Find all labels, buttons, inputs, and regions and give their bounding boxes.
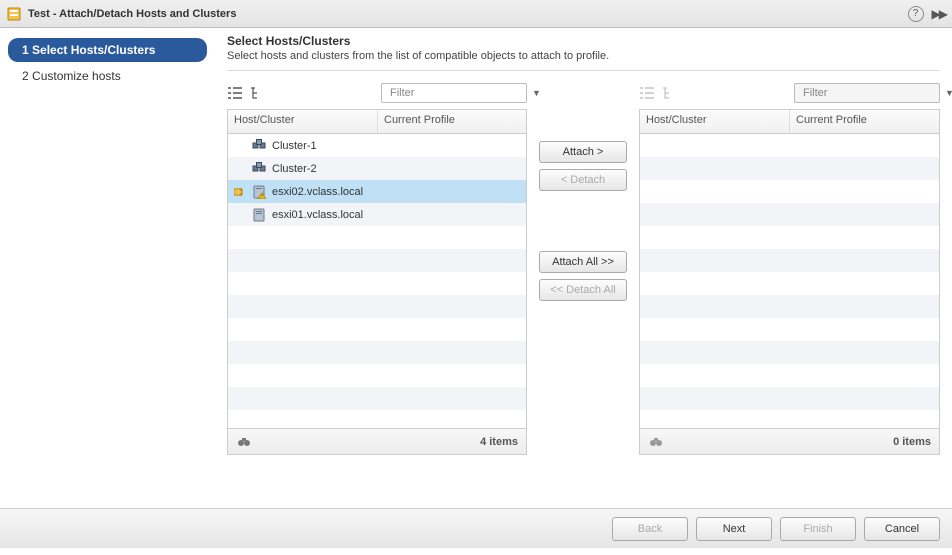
table-row[interactable]: Cluster-2 xyxy=(228,157,526,180)
back-button: Back xyxy=(612,517,688,541)
flat-list-icon[interactable] xyxy=(639,85,655,101)
row-name: esxi01.vclass.local xyxy=(272,209,363,221)
table-row xyxy=(640,410,939,428)
nav-arrows-icon[interactable]: ▶▶ xyxy=(932,7,946,21)
step-select-hosts[interactable]: 1 Select Hosts/Clusters xyxy=(8,38,207,62)
right-footer: 0 items xyxy=(640,428,939,454)
row-name: Cluster-2 xyxy=(272,163,317,175)
table-row xyxy=(228,249,526,272)
table-row xyxy=(228,318,526,341)
wizard-steps: 1 Select Hosts/Clusters 2 Customize host… xyxy=(0,28,215,508)
left-filter[interactable]: ▼ xyxy=(381,83,527,103)
table-row xyxy=(228,341,526,364)
left-filter-input[interactable] xyxy=(390,87,532,99)
table-row[interactable]: esxi01.vclass.local xyxy=(228,203,526,226)
main-area: 1 Select Hosts/Clusters 2 Customize host… xyxy=(0,28,952,508)
step-number: 2 xyxy=(22,69,29,83)
available-list: ▼ Host/Cluster Current Profile Cluster-1… xyxy=(227,81,527,455)
step-label: Select Hosts/Clusters xyxy=(32,43,155,57)
cell-hostcluster: Cluster-1 xyxy=(228,139,378,153)
right-toolbar: ▼ xyxy=(639,81,940,105)
table-row xyxy=(640,272,939,295)
attach-button[interactable]: Attach > xyxy=(539,141,627,163)
selected-marker-icon xyxy=(234,186,246,198)
table-row xyxy=(640,157,939,180)
col-hostcluster[interactable]: Host/Cluster xyxy=(640,110,790,133)
content-title: Select Hosts/Clusters xyxy=(227,34,940,48)
flat-list-icon[interactable] xyxy=(227,85,243,101)
footer: Back Next Finish Cancel xyxy=(0,508,952,548)
table-row xyxy=(228,226,526,249)
table-row xyxy=(640,203,939,226)
step-number: 1 xyxy=(22,43,29,57)
left-thead: Host/Cluster Current Profile xyxy=(228,110,526,134)
left-tbody: Cluster-1 Cluster-2! esxi02.vclass.local es… xyxy=(228,134,526,428)
finish-button: Finish xyxy=(780,517,856,541)
col-hostcluster[interactable]: Host/Cluster xyxy=(228,110,378,133)
table-row xyxy=(640,226,939,249)
right-filter: ▼ xyxy=(794,83,940,103)
table-row xyxy=(640,318,939,341)
cell-hostcluster: Cluster-2 xyxy=(228,162,378,176)
step-customize-hosts[interactable]: 2 Customize hosts xyxy=(8,64,207,88)
transfer-buttons: Attach > < Detach Attach All >> << Detac… xyxy=(535,81,631,455)
left-count: 4 items xyxy=(480,436,518,448)
right-thead: Host/Cluster Current Profile xyxy=(640,110,939,134)
col-profile[interactable]: Current Profile xyxy=(378,110,526,133)
left-table: Host/Cluster Current Profile Cluster-1 Cl… xyxy=(227,109,527,455)
row-name: Cluster-1 xyxy=(272,140,317,152)
table-row xyxy=(228,364,526,387)
tree-list-icon[interactable] xyxy=(661,85,677,101)
binoculars-icon[interactable] xyxy=(236,434,252,450)
row-name: esxi02.vclass.local xyxy=(272,186,363,198)
titlebar: Test - Attach/Detach Hosts and Clusters … xyxy=(0,0,952,28)
table-row xyxy=(228,295,526,318)
host-icon xyxy=(252,208,266,222)
binoculars-icon[interactable] xyxy=(648,434,664,450)
cancel-button[interactable]: Cancel xyxy=(864,517,940,541)
attach-all-button[interactable]: Attach All >> xyxy=(539,251,627,273)
table-row xyxy=(228,387,526,410)
content-subtitle: Select hosts and clusters from the list … xyxy=(227,50,940,62)
right-table: Host/Cluster Current Profile 0 items xyxy=(639,109,940,455)
table-row xyxy=(640,180,939,203)
cluster-icon xyxy=(252,162,266,176)
window-title: Test - Attach/Detach Hosts and Clusters xyxy=(28,8,908,20)
host-warn-icon: ! xyxy=(252,185,266,199)
table-row xyxy=(640,249,939,272)
right-tbody xyxy=(640,134,939,428)
help-icon[interactable]: ? xyxy=(908,6,924,22)
left-toolbar: ▼ xyxy=(227,81,527,105)
table-row xyxy=(640,364,939,387)
table-row xyxy=(640,341,939,364)
attached-list: ▼ Host/Cluster Current Profile 0 items xyxy=(639,81,940,455)
left-footer: 4 items xyxy=(228,428,526,454)
table-row xyxy=(640,387,939,410)
content-header: Select Hosts/Clusters Select hosts and c… xyxy=(227,34,940,62)
chevron-down-icon: ▼ xyxy=(945,88,952,98)
right-count: 0 items xyxy=(893,436,931,448)
svg-text:!: ! xyxy=(261,194,262,199)
right-filter-input xyxy=(803,87,945,99)
cell-hostcluster: ! esxi02.vclass.local xyxy=(228,185,378,199)
detach-all-button: << Detach All xyxy=(539,279,627,301)
next-button[interactable]: Next xyxy=(696,517,772,541)
col-profile[interactable]: Current Profile xyxy=(790,110,939,133)
tree-list-icon[interactable] xyxy=(249,85,265,101)
cluster-icon xyxy=(252,139,266,153)
cell-hostcluster: esxi01.vclass.local xyxy=(228,208,378,222)
content: Select Hosts/Clusters Select hosts and c… xyxy=(215,28,952,508)
table-row[interactable]: Cluster-1 xyxy=(228,134,526,157)
detach-button: < Detach xyxy=(539,169,627,191)
table-row[interactable]: ! esxi02.vclass.local xyxy=(228,180,526,203)
workarea: ▼ Host/Cluster Current Profile Cluster-1… xyxy=(227,81,940,455)
table-row xyxy=(228,272,526,295)
table-row xyxy=(640,295,939,318)
profile-icon xyxy=(6,6,22,22)
table-row xyxy=(228,410,526,428)
divider xyxy=(227,70,940,71)
table-row xyxy=(640,134,939,157)
step-label: Customize hosts xyxy=(32,69,121,83)
